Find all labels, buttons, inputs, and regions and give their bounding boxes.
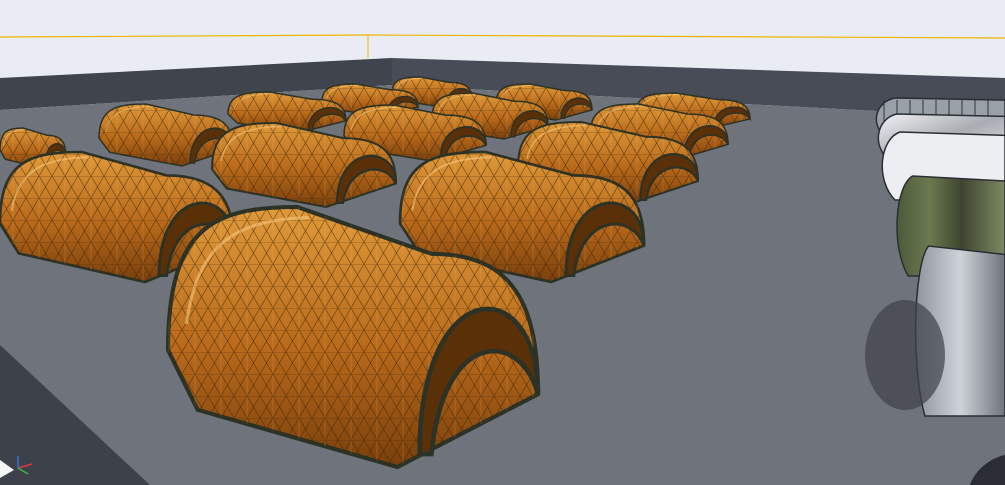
axis-y-icon xyxy=(17,467,29,475)
scene-canvas[interactable] xyxy=(0,0,1005,485)
axis-x-icon xyxy=(17,463,33,469)
level-editor-viewport[interactable] xyxy=(0,0,1005,485)
dome-shadow xyxy=(865,300,945,410)
axis-gizmo-icon xyxy=(17,456,33,475)
